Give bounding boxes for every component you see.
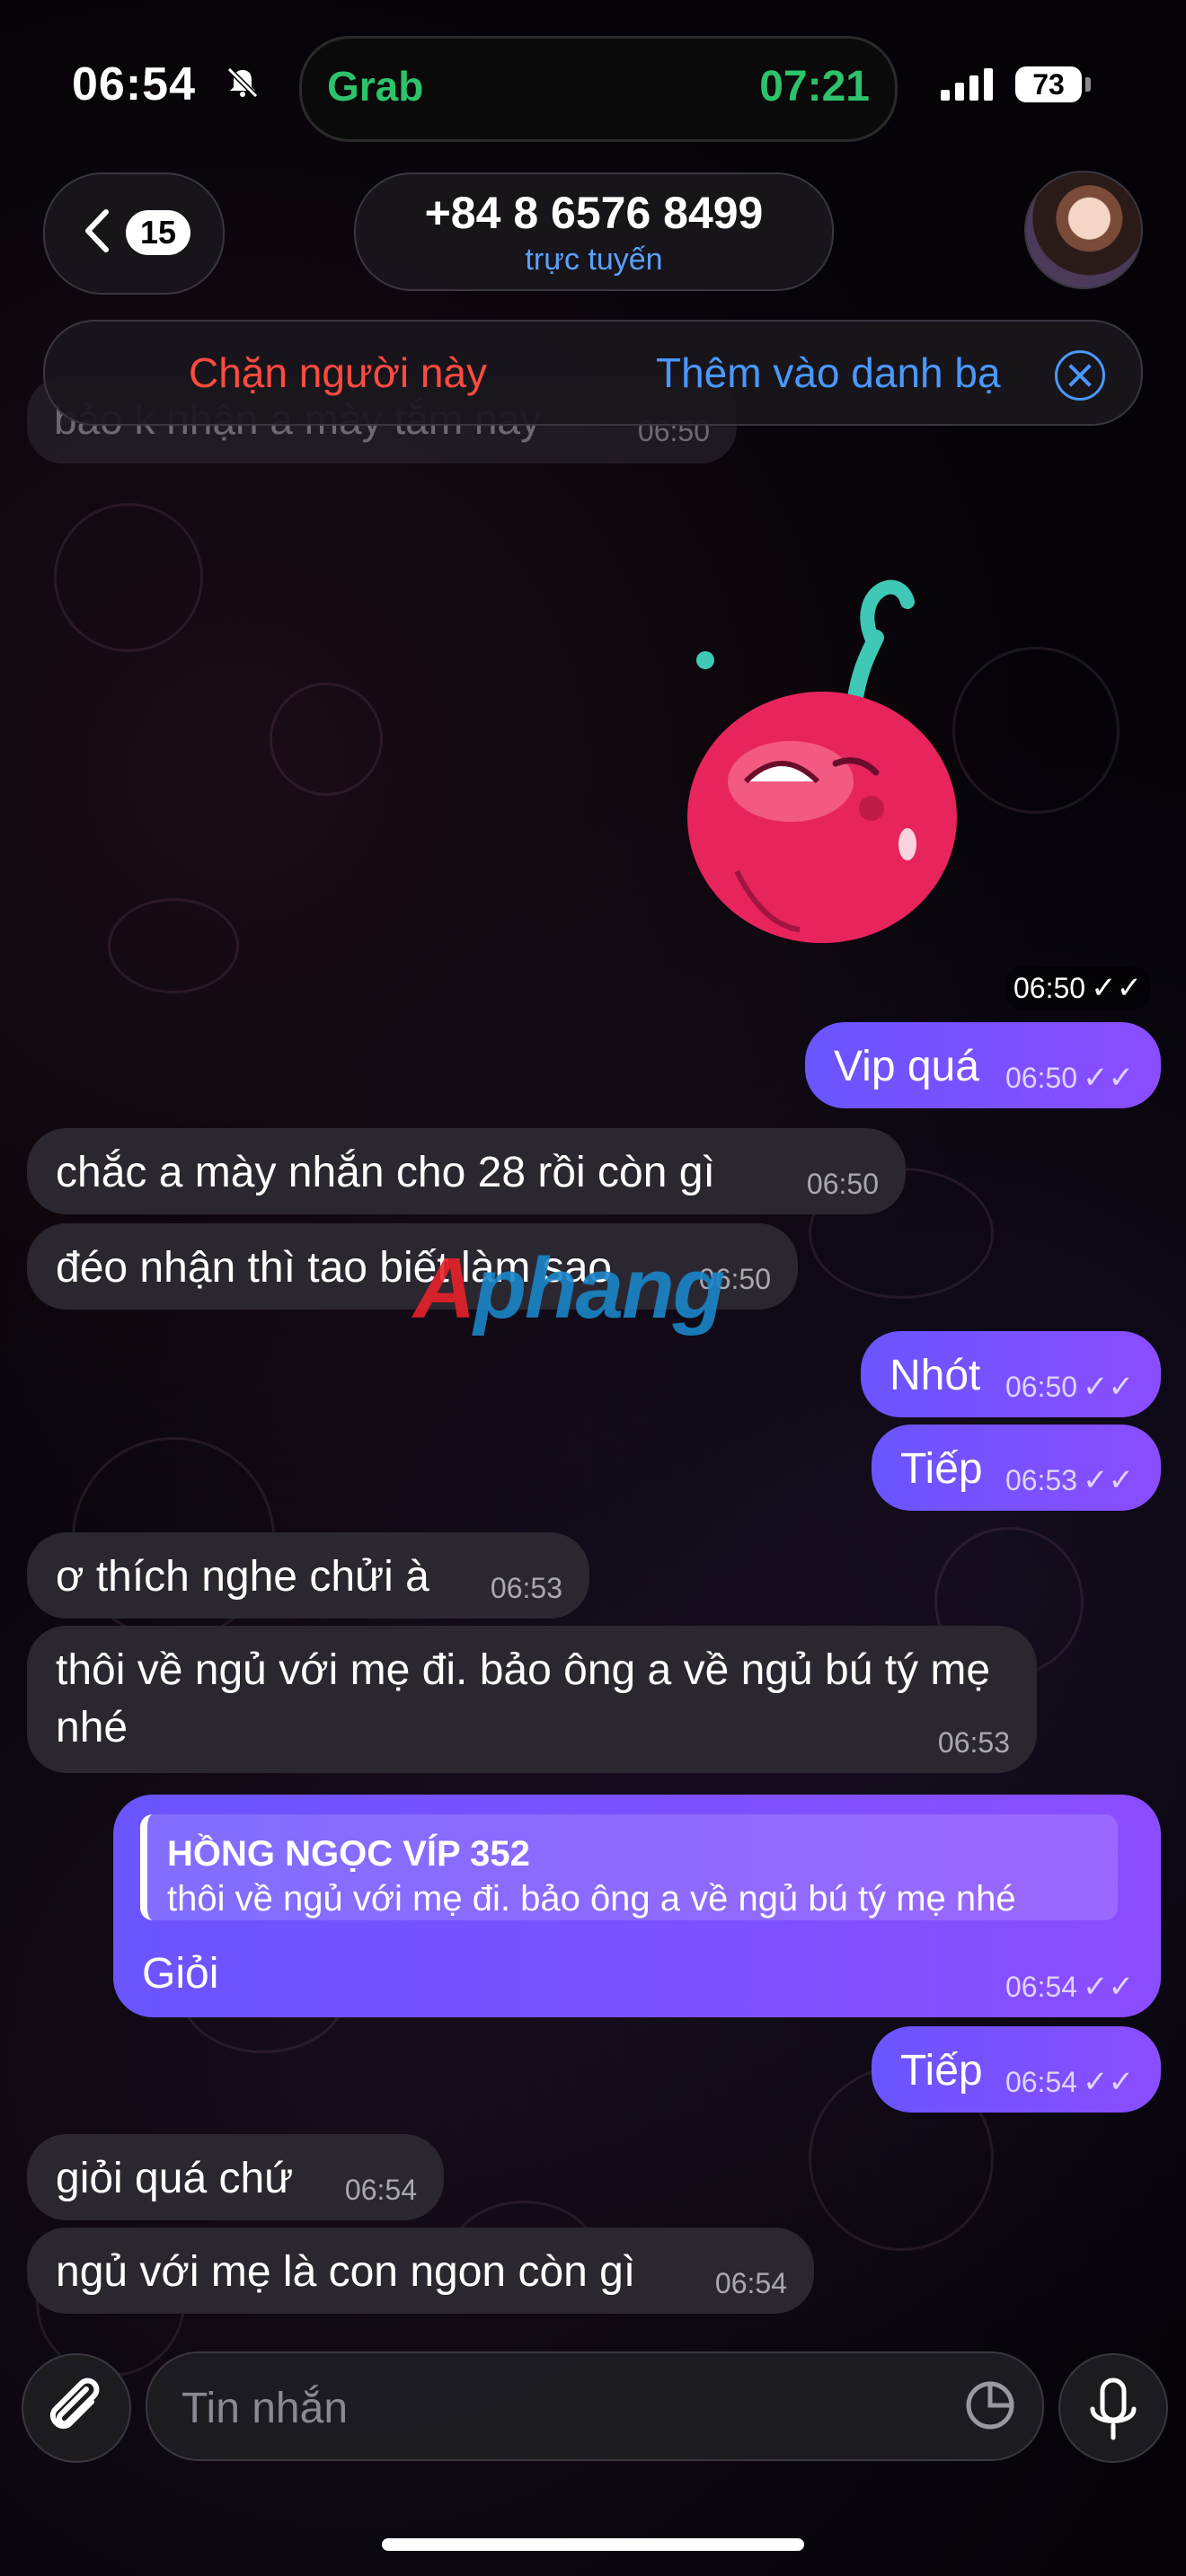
block-user-button[interactable]: Chặn người này <box>189 348 487 397</box>
message-bubble-out[interactable]: Tiếp 06:53 ✓✓ <box>872 1425 1161 1511</box>
message-bubble-out[interactable]: Vip quá 06:50 ✓✓ <box>805 1022 1161 1108</box>
avatar[interactable] <box>1024 171 1143 289</box>
message-bubble-out[interactable]: Tiếp 06:54 ✓✓ <box>872 2026 1161 2113</box>
home-indicator[interactable] <box>382 2538 804 2551</box>
signal-icon <box>941 68 993 101</box>
grab-eta-time: 07:21 <box>759 63 870 110</box>
status-time: 06:54 <box>72 58 196 110</box>
contact-status: trực tuyến <box>525 243 663 277</box>
attach-button[interactable] <box>22 2353 131 2463</box>
chevron-left-icon <box>85 209 109 252</box>
message-bubble-out[interactable]: Nhót 06:50 ✓✓ <box>861 1331 1161 1417</box>
reply-quote[interactable]: HỒNG NGỌC VÍP 352 thôi về ngủ với mẹ đi.… <box>140 1814 1118 1920</box>
dynamic-island[interactable]: Grab 07:21 <box>299 36 898 142</box>
microphone-button[interactable] <box>1058 2353 1168 2463</box>
paperclip-icon <box>49 2378 100 2430</box>
battery-icon: 73 <box>1015 66 1082 102</box>
message-bubble-in[interactable]: ngủ với mẹ là con ngon còn gì 06:54 <box>27 2228 814 2314</box>
close-icon[interactable] <box>1055 350 1105 401</box>
sticker-time: 06:50 ✓✓ <box>1005 966 1152 1010</box>
add-contact-button[interactable]: Thêm vào danh bạ <box>656 348 1001 397</box>
message-bubble-in[interactable]: chắc a mày nhắn cho 28 rồi còn gì 06:50 <box>27 1128 906 1214</box>
grab-live-activity-label: Grab <box>327 63 424 110</box>
reply-message-bubble[interactable]: HỒNG NGỌC VÍP 352 thôi về ngủ với mẹ đi.… <box>113 1795 1161 2017</box>
contact-name: +84 8 6576 8499 <box>424 188 764 238</box>
reply-preview: thôi về ngủ với mẹ đi. bảo ông a về ngủ … <box>167 1879 1016 1919</box>
microphone-icon <box>1090 2378 1137 2440</box>
sticker-icon[interactable] <box>965 2380 1015 2430</box>
message-bubble-in[interactable]: thôi về ngủ với mẹ đi. bảo ông a về ngủ … <box>27 1626 1037 1773</box>
battery-tip <box>1085 77 1091 92</box>
message-input[interactable]: Tin nhắn <box>146 2351 1044 2461</box>
contact-action-bar: Chặn người này Thêm vào danh bạ <box>43 320 1143 426</box>
message-bubble-in[interactable]: giỏi quá chứ 06:54 <box>27 2134 444 2220</box>
back-button[interactable]: 15 <box>43 172 225 295</box>
chat-title[interactable]: +84 8 6576 8499 trực tuyến <box>354 172 834 291</box>
watermark: Aphang <box>413 1240 725 1337</box>
message-bubble-in[interactable]: ơ thích nghe chửi à 06:53 <box>27 1532 589 1619</box>
unread-count-badge: 15 <box>126 210 190 255</box>
bell-muted-icon <box>226 66 259 99</box>
cherry-sticker[interactable] <box>665 575 979 970</box>
